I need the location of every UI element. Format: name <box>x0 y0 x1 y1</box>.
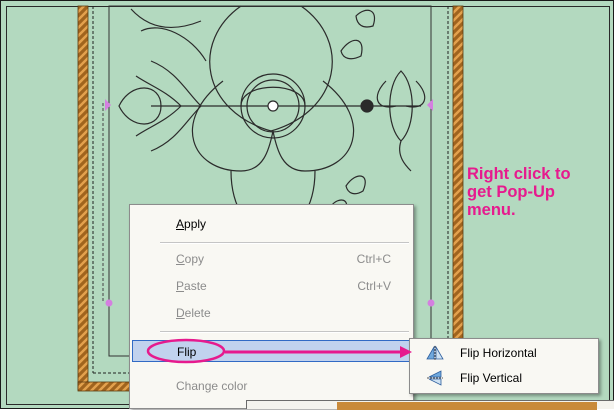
bottom-preview-window <box>246 400 614 410</box>
flip-highlight-annotation <box>146 338 412 364</box>
flip-pointer-arrowhead-icon <box>400 346 412 358</box>
flip-highlight-ellipse <box>146 338 226 364</box>
screenshot-frame: Right click to get Pop-Up menu. Apply Co… <box>0 0 614 410</box>
